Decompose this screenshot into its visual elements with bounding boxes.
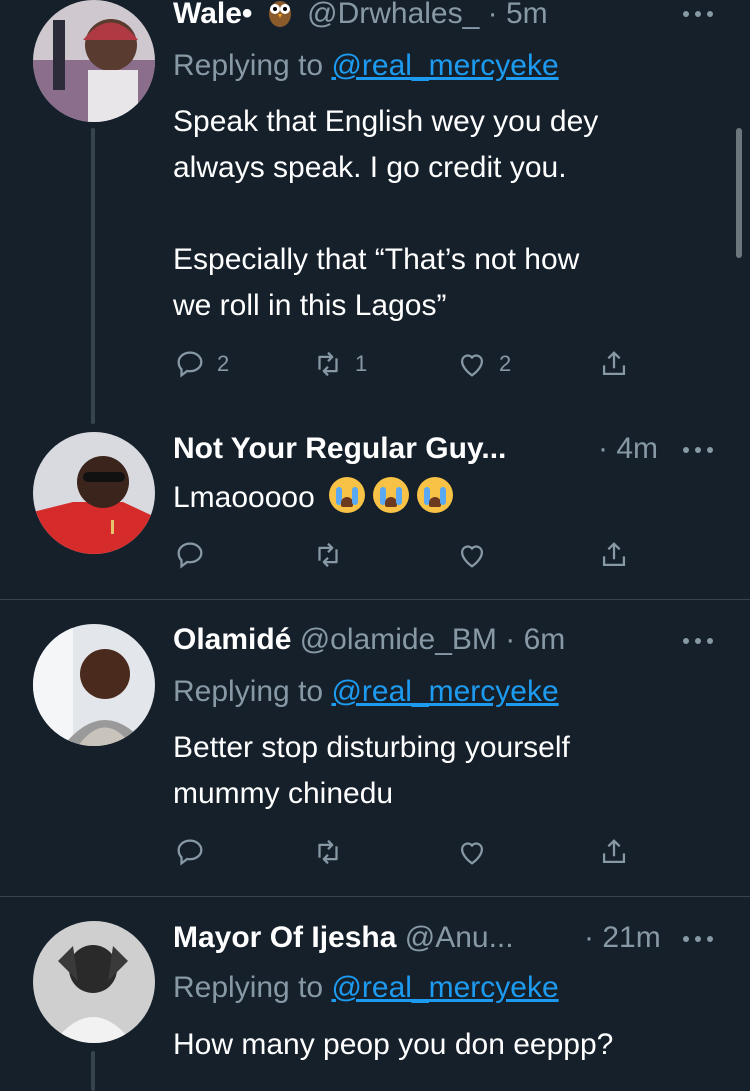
tweet-actions [173, 537, 643, 573]
reply-icon [177, 351, 203, 378]
tweet-time[interactable]: · 6m [505, 623, 565, 656]
retweet-button[interactable]: 1 [311, 346, 367, 382]
divider [0, 599, 750, 600]
reply-icon [177, 839, 203, 866]
loudly-crying-face-icon [328, 477, 365, 513]
tweet-header: Wale• @Drwhales_ · 5m [173, 0, 548, 32]
retweet-button[interactable] [311, 834, 345, 870]
share-button[interactable] [597, 834, 631, 870]
divider [0, 896, 750, 897]
mention-link[interactable]: @real_mercyeke [331, 49, 558, 82]
like-count: 2 [499, 351, 512, 376]
avatar[interactable] [33, 921, 155, 1043]
author-handle[interactable]: @Drwhales_ [307, 0, 479, 30]
tweet-actions [173, 834, 643, 870]
reply-button[interactable] [173, 537, 207, 573]
retweet-count: 1 [355, 351, 368, 376]
tweet-text: Speak that English wey you dey always sp… [173, 105, 599, 322]
more-options-icon[interactable] [683, 445, 715, 455]
like-button[interactable] [455, 537, 489, 573]
heart-icon [460, 545, 484, 568]
tweet-actions: 2 1 2 [173, 346, 643, 382]
mention-link[interactable]: @real_mercyeke [331, 675, 558, 708]
reply-icon [177, 542, 203, 569]
heart-icon [460, 354, 484, 377]
more-options-icon[interactable] [683, 934, 715, 944]
like-button[interactable] [455, 834, 489, 870]
loudly-crying-face-icon [372, 477, 409, 513]
tweet-not-your-regular-guy[interactable]: Not Your Regular Guy... · 4m Lmaooooo [0, 430, 750, 598]
author-handle[interactable]: @olamide_BM [300, 623, 497, 656]
retweet-icon [318, 351, 338, 377]
thread-line [91, 1051, 95, 1091]
replying-to: Replying to @real_mercyeke [173, 675, 559, 708]
share-icon [602, 839, 626, 864]
scrollbar[interactable] [736, 128, 742, 258]
tweet-header: Mayor Of Ijesha @Anu... [173, 920, 514, 956]
author-name[interactable]: Mayor Of Ijesha [173, 921, 396, 954]
more-options-icon[interactable] [683, 9, 715, 19]
thread-line [91, 128, 95, 424]
reply-count: 2 [217, 351, 230, 376]
like-button[interactable]: 2 [455, 346, 511, 382]
heart-icon [460, 842, 484, 865]
share-icon [602, 542, 626, 567]
tweet-header: Not Your Regular Guy... [173, 431, 506, 467]
author-name[interactable]: Wale• [173, 0, 252, 30]
avatar[interactable] [33, 624, 155, 746]
tweet-wale[interactable]: Wale• @Drwhales_ · 5m Replying to @real_… [0, 0, 750, 424]
retweet-button[interactable] [311, 537, 345, 573]
author-handle[interactable]: @Anu... [405, 921, 514, 954]
share-icon [602, 351, 626, 376]
tweet-mayor-of-ijesha[interactable]: Mayor Of Ijesha @Anu... · 21m Replying t… [0, 915, 750, 1091]
avatar[interactable] [33, 0, 155, 122]
tweet-header: Olamidé @olamide_BM · 6m [173, 622, 565, 658]
retweet-icon [318, 839, 338, 865]
avatar[interactable] [33, 432, 155, 554]
tweet-time[interactable]: · 21m [584, 920, 661, 956]
replying-to: Replying to @real_mercyeke [173, 49, 559, 82]
mention-link[interactable]: @real_mercyeke [331, 971, 558, 1004]
reply-button[interactable]: 2 [173, 346, 229, 382]
tweet-time[interactable]: · 4m [598, 431, 658, 467]
tweet-text: Better stop disturbing yourself mummy ch… [173, 731, 570, 810]
tweet-text: How many peop you don eeppp? [173, 1028, 614, 1061]
more-options-icon[interactable] [683, 636, 715, 646]
owl-emoji-icon [267, 0, 293, 27]
loudly-crying-face-icon [416, 477, 453, 513]
tweet-text: Lmaooooo [173, 475, 453, 521]
share-button[interactable] [597, 537, 631, 573]
author-name[interactable]: Olamidé [173, 623, 291, 656]
share-button[interactable] [597, 346, 631, 382]
replying-to: Replying to @real_mercyeke [173, 971, 559, 1004]
author-name[interactable]: Not Your Regular Guy... [173, 432, 506, 465]
retweet-icon [318, 542, 338, 568]
tweet-olamide[interactable]: Olamidé @olamide_BM · 6m Replying to @re… [0, 620, 750, 896]
reply-button[interactable] [173, 834, 207, 870]
tweet-time[interactable]: · 5m [488, 0, 548, 30]
